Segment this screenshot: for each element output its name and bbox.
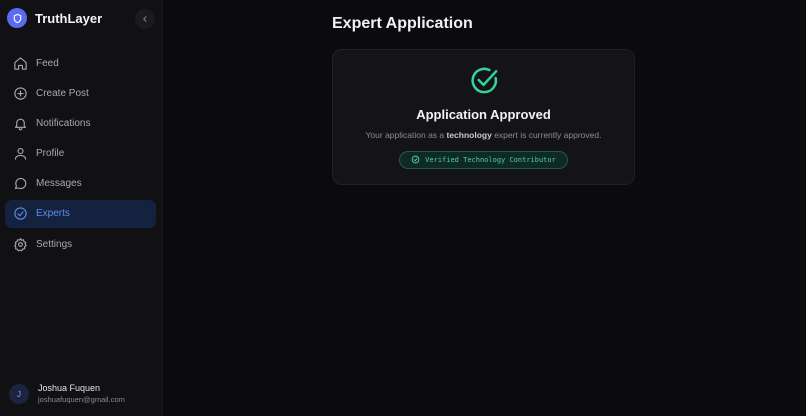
sidebar-item-label: Experts [36, 208, 70, 220]
user-name: Joshua Fuquen [38, 383, 101, 393]
collapse-sidebar-button[interactable] [135, 9, 155, 29]
page-title: Expert Application [332, 15, 473, 32]
chevron-left-icon [143, 16, 147, 22]
sidebar-item-feed[interactable]: Feed [5, 49, 156, 77]
sidebar-item-settings[interactable]: Settings [5, 230, 156, 258]
user-icon [12, 146, 28, 162]
sidebar-nav: Feed Create Post Notifications Profile M… [5, 49, 156, 260]
status-description-prefix: Your application as a [365, 130, 447, 140]
sidebar-item-label: Notifications [36, 117, 91, 129]
application-status-card: Application Approved Your application as… [332, 49, 635, 185]
sidebar-item-messages[interactable]: Messages [5, 170, 156, 198]
gear-icon [12, 236, 28, 252]
sidebar-item-experts[interactable]: Experts [5, 199, 156, 228]
home-icon [12, 55, 28, 71]
check-circle-icon [12, 206, 28, 222]
badge-label: Verified Technology Contributor [425, 156, 556, 164]
brand-name: TruthLayer [35, 10, 103, 26]
brand[interactable]: TruthLayer [7, 8, 102, 28]
status-title: Application Approved [416, 107, 551, 122]
check-circle-icon [411, 155, 420, 166]
sidebar-item-create-post[interactable]: Create Post [5, 79, 156, 107]
status-description-suffix: expert is currently approved. [491, 130, 602, 140]
shield-icon [7, 8, 27, 28]
plus-circle-icon [12, 85, 28, 101]
sidebar-item-label: Profile [36, 148, 65, 160]
sidebar-item-profile[interactable]: Profile [5, 140, 156, 168]
sidebar-item-label: Settings [36, 238, 73, 250]
check-circle-icon [469, 65, 500, 101]
bell-icon [12, 115, 28, 131]
chat-icon [12, 176, 28, 192]
sidebar-item-notifications[interactable]: Notifications [5, 109, 156, 137]
user-profile[interactable]: J Joshua Fuquen joshuafuquen@gmail.com [9, 383, 125, 405]
avatar: J [9, 384, 29, 404]
verified-badge: Verified Technology Contributor [399, 151, 568, 169]
user-email: joshuafuquen@gmail.com [38, 395, 125, 404]
sidebar-item-label: Create Post [36, 87, 89, 99]
sidebar: TruthLayer Feed Create Post Notification… [0, 0, 163, 416]
expert-field: technology [446, 130, 492, 140]
sidebar-item-label: Messages [36, 178, 82, 190]
sidebar-item-label: Feed [36, 57, 59, 69]
user-info: Joshua Fuquen joshuafuquen@gmail.com [38, 383, 125, 405]
status-description: Your application as a technology expert … [333, 130, 634, 140]
